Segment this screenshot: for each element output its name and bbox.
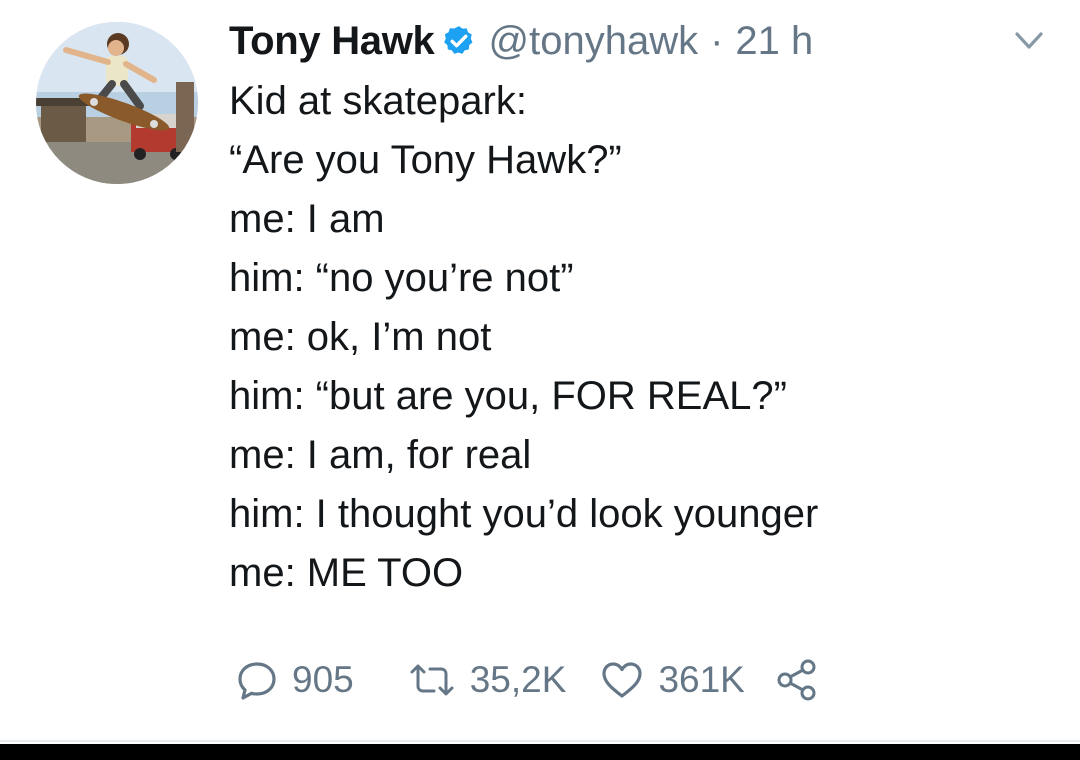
chevron-down-icon[interactable] bbox=[1014, 30, 1044, 52]
profile-avatar[interactable] bbox=[36, 22, 198, 184]
reply-count: 905 bbox=[292, 659, 354, 700]
tweet-line: him: “but are you, FOR REAL?” bbox=[229, 374, 787, 418]
avatar-photo bbox=[36, 22, 198, 184]
user-handle[interactable]: @tonyhawk bbox=[488, 19, 698, 64]
like-button[interactable]: 361K bbox=[600, 659, 745, 701]
tweet-line: me: I am, for real bbox=[229, 433, 532, 477]
tweet-line: Kid at skatepark: bbox=[229, 79, 527, 123]
retweet-count: 35,2K bbox=[469, 659, 567, 700]
tweet-line: him: I thought you’d look younger bbox=[229, 492, 819, 536]
tweet-line: me: I am bbox=[229, 197, 385, 241]
tweet-line: “Are you Tony Hawk?” bbox=[229, 138, 622, 182]
divider bbox=[0, 740, 1080, 742]
separator-dot: · bbox=[710, 18, 724, 63]
tweet-line: him: “no you’re not” bbox=[229, 256, 574, 300]
bottom-bar bbox=[0, 744, 1080, 760]
tweet-timestamp[interactable]: 21 h bbox=[735, 19, 813, 64]
reply-icon bbox=[236, 659, 278, 701]
reply-button[interactable]: 905 bbox=[236, 659, 354, 701]
retweet-icon bbox=[408, 662, 456, 698]
heart-icon bbox=[600, 660, 644, 700]
tweet-card[interactable]: Tony Hawk @tonyhawk · 21 h Kid at skatep… bbox=[0, 0, 1080, 742]
share-button[interactable] bbox=[775, 658, 819, 702]
share-icon bbox=[775, 658, 819, 702]
tweet-text: Kid at skatepark: “Are you Tony Hawk?” m… bbox=[229, 72, 818, 603]
verified-badge-icon bbox=[442, 24, 476, 58]
like-count: 361K bbox=[658, 659, 745, 700]
tweet-header: Tony Hawk @tonyhawk · 21 h bbox=[229, 12, 813, 70]
tweet-actions: 905 35,2K 361K bbox=[236, 650, 819, 710]
display-name[interactable]: Tony Hawk bbox=[229, 19, 435, 64]
retweet-button[interactable]: 35,2K bbox=[408, 659, 567, 701]
tweet-line: me: ME TOO bbox=[229, 551, 464, 595]
tweet-line: me: ok, I’m not bbox=[229, 315, 492, 359]
